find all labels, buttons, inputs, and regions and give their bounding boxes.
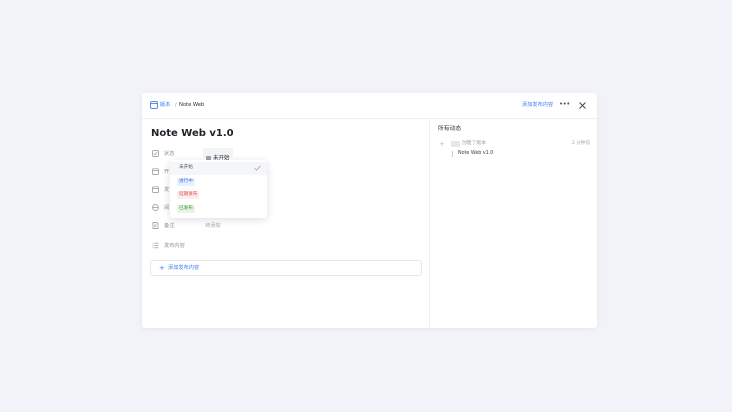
status-select[interactable]: 未开始 bbox=[203, 148, 233, 162]
note-icon bbox=[152, 222, 159, 229]
version-icon bbox=[150, 101, 158, 109]
close-icon[interactable] bbox=[578, 101, 587, 110]
field-label-note: 备注 bbox=[164, 223, 175, 229]
field-row-note: 备注 待添加 bbox=[152, 221, 412, 231]
field-label-start: 开 bbox=[164, 169, 170, 175]
status-option-label: 未开始 bbox=[179, 165, 193, 170]
activity-action: 创建了版本 bbox=[462, 141, 486, 146]
calendar-icon bbox=[152, 186, 159, 193]
breadcrumb-root[interactable]: 版本 bbox=[160, 101, 170, 110]
plus-icon: + bbox=[439, 140, 445, 148]
modal-header: 版本 / Note Web 添加发布内容 ••• bbox=[142, 93, 597, 119]
field-row-content: 发布内容 bbox=[152, 241, 412, 251]
add-release-content-link[interactable]: 添加发布内容 bbox=[522, 101, 553, 110]
status-option-not-started[interactable]: 未开始 bbox=[170, 162, 267, 175]
field-label-release: 发 bbox=[164, 187, 170, 193]
check-icon bbox=[254, 165, 261, 171]
status-dropdown: 未开始 进行中 延期发布 已发布 bbox=[170, 160, 267, 218]
breadcrumb-separator: / bbox=[175, 102, 177, 108]
list-icon bbox=[152, 242, 159, 249]
add-content-label: 添加发布内容 bbox=[168, 265, 200, 271]
more-options-button[interactable]: ••• bbox=[559, 101, 570, 110]
status-option-label: 延期发布 bbox=[177, 191, 200, 199]
calendar-icon bbox=[152, 168, 159, 175]
status-option-label: 进行中 bbox=[177, 178, 195, 186]
status-option-label: 已发布 bbox=[177, 205, 195, 213]
field-row-status: 状态 bbox=[152, 149, 412, 159]
breadcrumb-current[interactable]: Note Web bbox=[179, 101, 204, 110]
activity-time: 2 分钟前 bbox=[571, 141, 590, 146]
detail-panel: Note Web v1.0 状态 未开始 开 发 阅 备注 待添加 发布内容 +… bbox=[142, 119, 429, 328]
status-option-in-progress[interactable]: 进行中 bbox=[170, 176, 267, 189]
note-value[interactable]: 待添加 bbox=[205, 222, 221, 230]
activity-panel: 所有动态 + 创建了版本 2 分钟前 Note Web v1.0 bbox=[430, 119, 597, 328]
page-title: Note Web v1.0 bbox=[151, 128, 234, 139]
plus-icon: + bbox=[159, 264, 165, 272]
status-option-released[interactable]: 已发布 bbox=[170, 203, 267, 216]
checkbox-icon bbox=[152, 150, 159, 157]
add-content-button[interactable]: + 添加发布内容 bbox=[150, 260, 422, 276]
field-label-content: 发布内容 bbox=[164, 243, 185, 249]
activity-title: 所有动态 bbox=[438, 126, 462, 132]
activity-item[interactable]: Note Web v1.0 bbox=[458, 150, 493, 158]
activity-quote-bar bbox=[452, 151, 453, 157]
field-label-status: 状态 bbox=[164, 151, 175, 157]
avatar bbox=[451, 141, 460, 147]
progress-icon bbox=[152, 204, 159, 211]
status-option-delayed[interactable]: 延期发布 bbox=[170, 189, 267, 202]
field-label-progress: 阅 bbox=[164, 205, 170, 211]
